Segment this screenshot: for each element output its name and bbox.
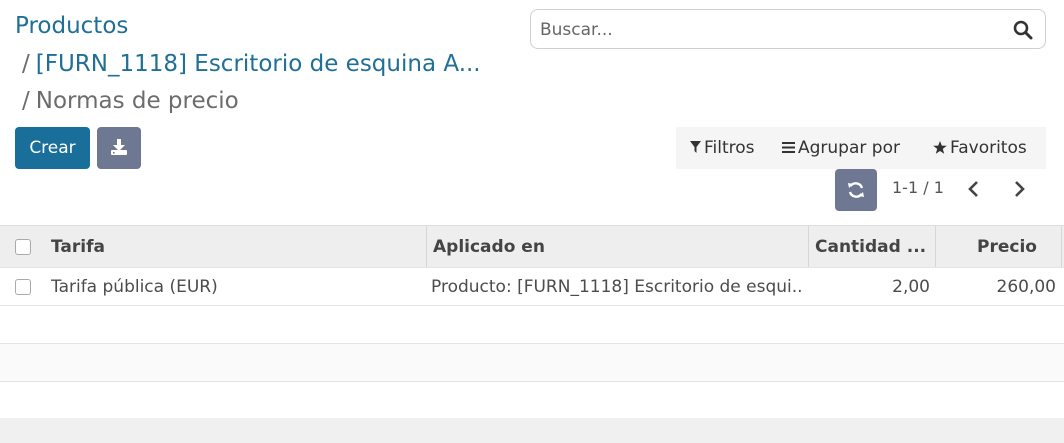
groupby-label: Agrupar por xyxy=(798,138,900,158)
cell-tarifa: Tarifa pública (EUR) xyxy=(51,276,218,297)
column-header-cantidad[interactable]: Cantidad ... xyxy=(815,226,930,267)
column-divider xyxy=(808,226,809,267)
search-box xyxy=(530,9,1046,49)
breadcrumb-separator: / xyxy=(22,51,30,77)
column-header-precio[interactable]: Precio xyxy=(940,226,1037,267)
empty-row xyxy=(0,344,1064,382)
empty-row xyxy=(0,382,1064,420)
favorites-label: Favoritos xyxy=(950,138,1027,158)
filter-icon xyxy=(690,141,701,153)
star-icon xyxy=(933,140,947,154)
column-divider xyxy=(1061,226,1062,267)
table-row[interactable]: Tarifa pública (EUR) Producto: [FURN_111… xyxy=(0,268,1064,306)
chevron-right-icon[interactable] xyxy=(1008,178,1030,200)
refresh-icon xyxy=(848,182,864,198)
search-panel-toolbar: Filtros Agrupar por Favoritos xyxy=(676,127,1046,169)
table-header-row: Tarifa Aplicado en Cantidad ... Precio xyxy=(0,225,1064,268)
filters-label: Filtros xyxy=(704,138,755,158)
groupby-button[interactable]: Agrupar por xyxy=(782,138,900,158)
row-checkbox[interactable] xyxy=(15,279,31,295)
download-icon xyxy=(111,139,127,155)
search-input[interactable] xyxy=(540,19,1010,41)
breadcrumb-product-item[interactable]: / [FURN_1118] Escritorio de esquina A... xyxy=(22,49,481,79)
chevron-left-icon[interactable] xyxy=(963,178,985,200)
breadcrumb-product-label[interactable]: [FURN_1118] Escritorio de esquina A... xyxy=(36,51,481,77)
cell-cantidad: 2,00 xyxy=(892,276,930,297)
page-title: / Normas de precio xyxy=(22,86,239,116)
favorites-button[interactable]: Favoritos xyxy=(933,138,1027,158)
search-icon[interactable] xyxy=(1013,20,1033,40)
cell-aplicado-en: Producto: [FURN_1118] Escritorio de esqu… xyxy=(431,276,803,297)
empty-row xyxy=(0,306,1064,344)
select-all-checkbox[interactable] xyxy=(15,239,31,255)
download-button[interactable] xyxy=(97,127,141,169)
column-divider xyxy=(426,226,427,267)
create-button[interactable]: Crear xyxy=(15,127,90,169)
breadcrumb-separator: / xyxy=(22,88,30,114)
table-footer xyxy=(0,418,1064,443)
column-header-aplicado-en[interactable]: Aplicado en xyxy=(433,226,803,267)
page-title-label: Normas de precio xyxy=(35,88,239,114)
breadcrumb-productos[interactable]: Productos xyxy=(15,11,128,41)
cell-precio: 260,00 xyxy=(996,276,1056,297)
pager-value[interactable]: 1-1 / 1 xyxy=(892,178,944,197)
list-icon xyxy=(782,141,795,153)
column-header-tarifa[interactable]: Tarifa xyxy=(51,226,421,267)
filters-button[interactable]: Filtros xyxy=(690,138,755,158)
refresh-button[interactable] xyxy=(835,169,877,211)
column-divider xyxy=(935,226,936,267)
